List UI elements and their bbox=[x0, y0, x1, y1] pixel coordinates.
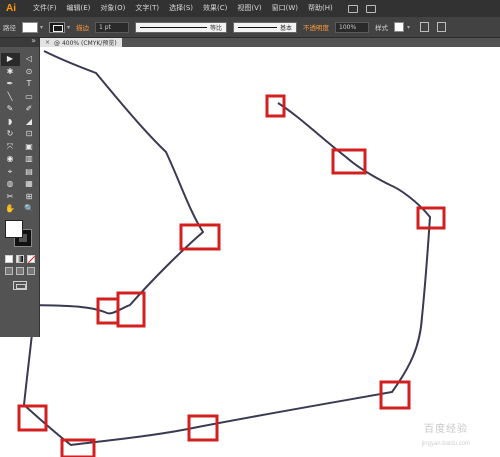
document-tab-bar: × @ 400% (CMYK/预览) bbox=[40, 38, 500, 47]
anchor-marker-2[interactable] bbox=[331, 148, 367, 175]
opacity-label[interactable]: 不透明度 bbox=[303, 22, 329, 32]
draw-inside-button[interactable] bbox=[26, 266, 35, 275]
eyedropper-tool-icon[interactable]: ◍ bbox=[1, 178, 20, 191]
bridge-icon[interactable] bbox=[347, 4, 358, 13]
menu-type[interactable]: 文字(T) bbox=[130, 0, 164, 17]
draw-mode-row bbox=[0, 266, 39, 275]
fill-stroke-control bbox=[0, 218, 39, 254]
artboard-tool-icon[interactable]: ⊞ bbox=[20, 191, 39, 204]
menu-bar: Ai 文件(F) 编辑(E) 对象(O) 文字(T) 选择(S) 效果(C) 视… bbox=[0, 0, 500, 17]
pencil-tool-icon[interactable]: ✐ bbox=[20, 103, 39, 116]
chevron-down-icon[interactable]: ▾ bbox=[407, 24, 410, 31]
rotate-tool-icon[interactable]: ↻ bbox=[1, 128, 20, 141]
type-tool-icon[interactable]: T bbox=[20, 78, 39, 91]
draw-normal-button[interactable] bbox=[4, 266, 13, 275]
gradient-tool-icon[interactable]: ▤ bbox=[20, 166, 39, 179]
fill-color-box[interactable] bbox=[5, 219, 23, 238]
arrange-documents-icon[interactable] bbox=[365, 4, 376, 13]
menu-view[interactable]: 视图(V) bbox=[232, 0, 266, 17]
scale-tool-icon[interactable]: ⊡ bbox=[20, 128, 39, 141]
mesh-tool-icon[interactable]: ⌖ bbox=[1, 166, 20, 179]
magic-wand-tool-icon[interactable]: ✱ bbox=[1, 66, 20, 79]
chevron-down-icon[interactable]: ▾ bbox=[67, 24, 70, 31]
rectangle-tool-icon[interactable]: ▭ bbox=[20, 91, 39, 104]
lasso-tool-icon[interactable]: ⊙ bbox=[20, 66, 39, 79]
line-tool-icon[interactable]: ╲ bbox=[1, 91, 20, 104]
anchor-marker-8[interactable] bbox=[17, 404, 48, 432]
menu-items: 文件(F) 编辑(E) 对象(O) 文字(T) 选择(S) 效果(C) 视图(V… bbox=[28, 0, 338, 17]
stroke-weight-field[interactable]: 1 pt bbox=[95, 21, 130, 33]
opacity-field[interactable]: 100% bbox=[335, 21, 370, 33]
menu-object[interactable]: 对象(O) bbox=[95, 0, 130, 17]
eraser-tool-icon[interactable]: ◢ bbox=[20, 116, 39, 129]
brush-line bbox=[238, 26, 278, 28]
free-transform-tool-icon[interactable]: ▣ bbox=[20, 141, 39, 154]
brush-definition[interactable]: 基本 bbox=[233, 21, 298, 33]
tool-grid: ▶ ◁ ✱ ⊙ ✒ T ╲ ▭ ✎ ✐ ◗ ◢ ↻ ⊡ ⤧ ▣ ◉ ▥ ⌖ ▤ … bbox=[0, 53, 39, 216]
perspective-grid-tool-icon[interactable]: ▥ bbox=[20, 153, 39, 166]
profile-line bbox=[140, 26, 208, 28]
menu-file[interactable]: 文件(F) bbox=[28, 0, 62, 17]
direct-selection-tool-icon[interactable]: ◁ bbox=[20, 53, 39, 66]
brush-label: 基本 bbox=[280, 24, 293, 32]
document-tab[interactable]: × @ 400% (CMYK/预览) bbox=[40, 38, 122, 47]
anchor-marker-7[interactable] bbox=[379, 380, 411, 410]
color-mode-button[interactable] bbox=[4, 254, 13, 263]
shape-builder-tool-icon[interactable]: ◉ bbox=[1, 153, 20, 166]
control-bar: 路径 ▾ ▾ 描边 1 pt 等比 基本 不透明度 100% 样式 ▾ bbox=[0, 17, 500, 38]
document-setup-icon[interactable] bbox=[420, 22, 430, 32]
color-mode-row bbox=[0, 254, 39, 263]
stroke-label[interactable]: 描边 bbox=[76, 22, 89, 32]
watermark-text: 百度经验 bbox=[424, 424, 468, 435]
watermark-url: jingyan.baidu.com bbox=[421, 441, 470, 447]
screen-mode-icon[interactable] bbox=[12, 280, 27, 290]
anchor-marker-3[interactable] bbox=[416, 206, 446, 230]
left-path[interactable] bbox=[22, 50, 432, 447]
menu-window[interactable]: 窗口(W) bbox=[267, 0, 303, 17]
tools-panel: ▶ ◁ ✱ ⊙ ✒ T ╲ ▭ ✎ ✐ ◗ ◢ ↻ ⊡ ⤧ ▣ ◉ ▥ ⌖ ▤ … bbox=[0, 36, 40, 337]
document-tab-title: @ 400% (CMYK/预览) bbox=[54, 40, 117, 47]
menu-select[interactable]: 选择(S) bbox=[164, 0, 198, 17]
preferences-icon[interactable] bbox=[437, 22, 447, 32]
stroke-swatch[interactable] bbox=[49, 21, 66, 33]
menu-effect[interactable]: 效果(C) bbox=[198, 0, 232, 17]
menu-extras bbox=[344, 4, 380, 13]
menu-help[interactable]: 帮助(H) bbox=[303, 0, 338, 17]
tools-panel-header[interactable] bbox=[0, 36, 39, 47]
selection-type-label: 路径 bbox=[3, 24, 16, 32]
zoom-tool-icon[interactable]: 🔍 bbox=[20, 203, 39, 216]
gradient-mode-button[interactable] bbox=[15, 254, 24, 263]
blob-brush-tool-icon[interactable]: ◗ bbox=[1, 116, 20, 129]
variable-width-profile[interactable]: 等比 bbox=[135, 21, 228, 33]
fill-swatch[interactable] bbox=[22, 21, 38, 33]
style-label: 样式 bbox=[375, 24, 389, 32]
none-mode-button[interactable] bbox=[26, 254, 35, 263]
chevron-down-icon[interactable]: ▾ bbox=[40, 24, 43, 31]
artwork-svg[interactable] bbox=[0, 47, 500, 457]
paintbrush-tool-icon[interactable]: ✎ bbox=[1, 103, 20, 116]
menu-edit[interactable]: 编辑(E) bbox=[62, 0, 96, 17]
draw-behind-button[interactable] bbox=[15, 266, 24, 275]
artboard-canvas[interactable]: 百度经验 jingyan.baidu.com bbox=[0, 47, 500, 457]
close-icon[interactable]: × bbox=[45, 39, 50, 46]
width-tool-icon[interactable]: ⤧ bbox=[1, 141, 20, 154]
graph-tool-icon[interactable]: ▦ bbox=[20, 178, 39, 191]
slice-tool-icon[interactable]: ✂ bbox=[1, 191, 20, 204]
profile-label: 等比 bbox=[210, 24, 223, 32]
selection-tool-icon[interactable]: ▶ bbox=[0, 53, 20, 66]
illustrator-logo: Ai bbox=[6, 3, 16, 14]
pen-tool-icon[interactable]: ✒ bbox=[1, 78, 20, 91]
graphic-style-swatch[interactable] bbox=[394, 22, 405, 32]
hand-tool-icon[interactable]: ✋ bbox=[1, 203, 20, 216]
